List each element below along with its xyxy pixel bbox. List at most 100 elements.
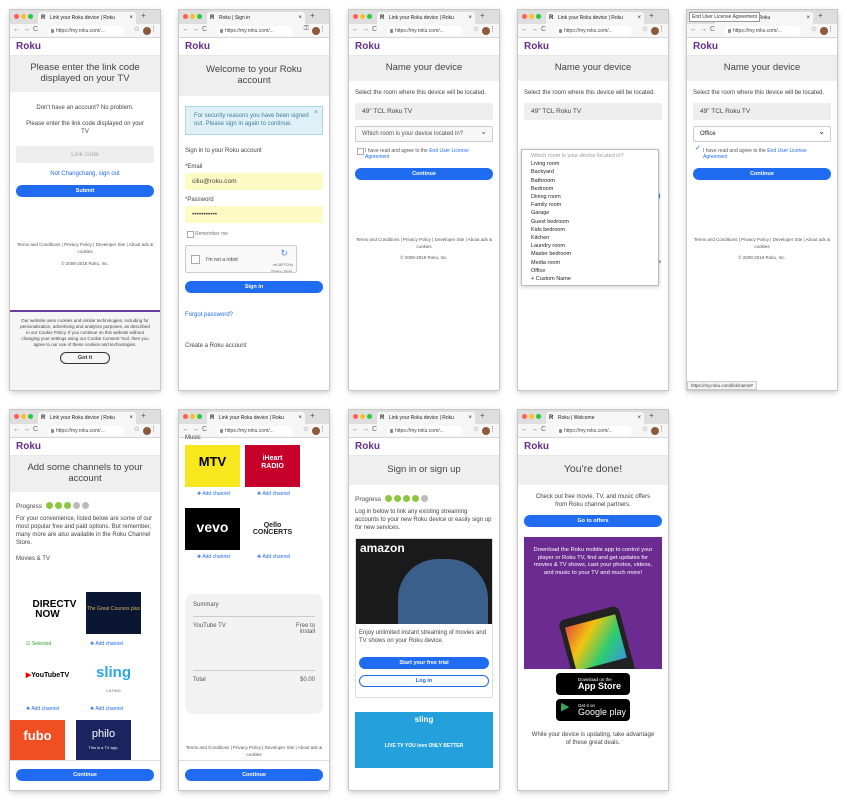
menu-icon[interactable]: ⋮: [319, 425, 326, 433]
dropdown-option[interactable]: Backyard: [522, 168, 658, 176]
star-icon[interactable]: ☆: [134, 25, 140, 33]
device-name-input[interactable]: 49" TCL Roku TV: [355, 103, 493, 120]
menu-icon[interactable]: ⋮: [150, 25, 157, 33]
menu-icon[interactable]: ⋮: [150, 425, 157, 433]
eula-checkbox[interactable]: I have read and agree to the End User Li…: [693, 146, 831, 160]
add-channel-link[interactable]: ✚ Add channel: [90, 640, 123, 648]
star-icon[interactable]: ☆: [303, 425, 309, 433]
roku-logo[interactable]: Roku: [16, 441, 41, 452]
url-field[interactable]: https://my.roku.com/...: [725, 26, 801, 36]
add-channel-link[interactable]: ✚ Add channel: [197, 554, 230, 560]
iheartradio-tile[interactable]: iHeart RADIO: [245, 445, 300, 487]
menu-icon[interactable]: ⋮: [827, 25, 834, 33]
room-dropdown-list[interactable]: Which room is your device located in? Li…: [521, 149, 659, 287]
room-select[interactable]: Office: [693, 125, 831, 142]
star-icon[interactable]: ☆: [473, 425, 479, 433]
url-field[interactable]: https://my.roku.com/...: [217, 26, 293, 36]
browser-tab[interactable]: R Roku | Sign in ×: [207, 12, 305, 24]
nav-buttons[interactable]: ←→C: [690, 26, 718, 33]
fubo-tile[interactable]: fubo: [10, 720, 65, 762]
go-to-offers-button[interactable]: Go to offers: [524, 515, 662, 527]
url-field[interactable]: https://my.roku.com/...: [556, 426, 632, 436]
sling-banner[interactable]: sling LIVE TV YOU love ONLY BETTER: [355, 712, 493, 768]
continue-button[interactable]: Continue: [693, 168, 831, 180]
url-field[interactable]: https://my.roku.com/...: [48, 26, 124, 36]
roku-logo[interactable]: Roku: [185, 41, 210, 52]
roku-logo[interactable]: Roku: [355, 441, 380, 452]
room-select[interactable]: Which room is your device located in?: [355, 125, 493, 142]
close-icon[interactable]: ×: [314, 110, 318, 118]
footer-links[interactable]: Terms and Conditions | Privacy Policy | …: [349, 236, 499, 250]
star-icon[interactable]: ☆: [811, 25, 817, 33]
remember-me-checkbox[interactable]: Remember me: [185, 231, 323, 238]
log-in-button[interactable]: Log in: [359, 675, 489, 687]
recaptcha-terms[interactable]: Privacy - Terms: [271, 267, 292, 275]
dropdown-option[interactable]: Bathroom: [522, 177, 658, 185]
amazon-banner[interactable]: amazon: [356, 539, 492, 624]
recaptcha[interactable]: I'm not a robot ↻ reCAPTCHA Privacy - Te…: [185, 245, 297, 273]
dropdown-option[interactable]: Office: [522, 267, 658, 275]
add-channel-link[interactable]: ✚ Add channel: [197, 491, 230, 497]
app-store-badge[interactable]: Download on the App Store: [556, 673, 630, 695]
dropdown-option[interactable]: Family room: [522, 201, 658, 209]
footer-links[interactable]: Terms and Conditions | Privacy Policy | …: [687, 236, 837, 250]
roku-logo[interactable]: Roku: [16, 41, 41, 52]
link-code-input[interactable]: Link code: [16, 146, 154, 163]
close-tab-icon[interactable]: ×: [637, 12, 641, 24]
email-field[interactable]: ciliu@roku.com: [185, 173, 323, 190]
vevo-tile[interactable]: vevo: [185, 508, 240, 550]
great-courses-tile[interactable]: The Great Courses plus: [86, 592, 141, 634]
captcha-checkbox[interactable]: [191, 255, 200, 264]
sign-out-link[interactable]: Not Changchang, sign out: [16, 170, 154, 178]
mtv-tile[interactable]: MTV: [185, 445, 240, 487]
key-icon[interactable]: ⚿: [304, 25, 309, 33]
qello-tile[interactable]: Qello CONCERTS: [245, 508, 300, 550]
nav-buttons[interactable]: ←→C: [182, 426, 210, 433]
footer-links[interactable]: Terms and Conditions | Privacy Policy | …: [10, 241, 160, 255]
close-tab-icon[interactable]: ×: [637, 412, 641, 424]
close-tab-icon[interactable]: ×: [298, 12, 302, 24]
browser-tab[interactable]: R Link your Roku device | Roku ×: [546, 12, 644, 24]
philo-tile[interactable]: philo This is a TV app.: [76, 720, 131, 762]
browser-tab[interactable]: R Link your Roku device | Roku ×: [377, 412, 475, 424]
browser-tab[interactable]: R Link your Roku device | Roku ×: [377, 12, 475, 24]
add-channel-link[interactable]: ✚ Add channel: [90, 705, 123, 713]
new-tab-icon[interactable]: +: [141, 11, 146, 20]
dropdown-option[interactable]: Kitchen: [522, 234, 658, 242]
nav-buttons[interactable]: ←→C: [352, 426, 380, 433]
menu-icon[interactable]: ⋮: [658, 25, 665, 33]
dropdown-option[interactable]: + Custom Name: [522, 275, 658, 283]
google-play-badge[interactable]: ▶ Get it on Google play: [556, 699, 630, 721]
continue-button[interactable]: Continue: [355, 168, 493, 180]
star-icon[interactable]: ☆: [642, 25, 648, 33]
eula-checkbox[interactable]: I have read and agree to the End User Li…: [355, 148, 493, 160]
dropdown-option[interactable]: Which room is your device located in?: [522, 152, 658, 160]
got-it-button[interactable]: Got it: [60, 352, 110, 364]
browser-tab[interactable]: R Link your Roku device | Roku ×: [207, 412, 305, 424]
start-trial-button[interactable]: Start your free trial: [359, 657, 489, 669]
new-tab-icon[interactable]: +: [141, 411, 146, 420]
dropdown-option[interactable]: Laundry room: [522, 242, 658, 250]
dropdown-option[interactable]: Garage: [522, 209, 658, 217]
roku-logo[interactable]: Roku: [524, 41, 549, 52]
url-field[interactable]: https://my.roku.com/...: [556, 26, 632, 36]
dropdown-option[interactable]: Guest bedroom: [522, 218, 658, 226]
device-name-input[interactable]: 49" TCL Roku TV: [524, 103, 662, 120]
forgot-password-link[interactable]: Forgot password?: [185, 311, 323, 319]
menu-icon[interactable]: ⋮: [489, 425, 496, 433]
new-tab-icon[interactable]: +: [480, 411, 485, 420]
nav-buttons[interactable]: ←→C: [521, 426, 549, 433]
sign-in-button[interactable]: Sign in: [185, 281, 323, 293]
continue-button[interactable]: Continue: [185, 769, 323, 781]
device-name-input[interactable]: 49" TCL Roku TV: [693, 103, 831, 120]
nav-buttons[interactable]: ←→C: [13, 26, 41, 33]
nav-buttons[interactable]: ←→C: [13, 426, 41, 433]
footer-links[interactable]: Terms and Conditions | Privacy Policy | …: [179, 744, 329, 758]
dropdown-option[interactable]: Living room: [522, 160, 658, 168]
nav-buttons[interactable]: ←→C: [182, 26, 210, 33]
close-tab-icon[interactable]: ×: [129, 412, 133, 424]
dropdown-option[interactable]: Kids bedroom: [522, 226, 658, 234]
submit-button[interactable]: Submit: [16, 185, 154, 197]
menu-icon[interactable]: ⋮: [489, 25, 496, 33]
roku-logo[interactable]: Roku: [355, 41, 380, 52]
